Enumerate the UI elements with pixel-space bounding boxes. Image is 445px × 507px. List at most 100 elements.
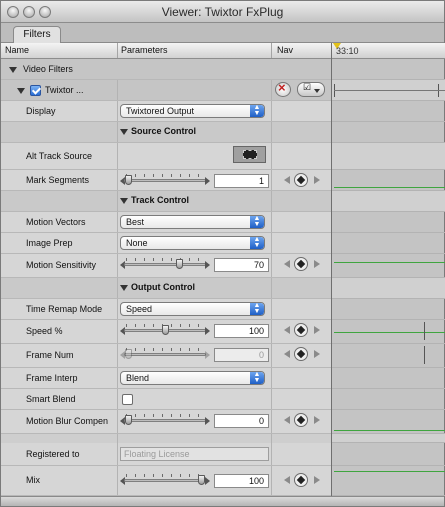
slider-thumb[interactable]: [198, 475, 205, 485]
display-popup[interactable]: Twixtored Output ▲ ▼: [120, 104, 265, 118]
nav-column-header[interactable]: Nav: [277, 45, 293, 55]
increment-arrow-icon[interactable]: [205, 351, 210, 359]
increment-arrow-icon[interactable]: [205, 177, 210, 185]
prev-keyframe-icon[interactable]: [284, 326, 290, 334]
add-keyframe-icon[interactable]: [294, 473, 308, 487]
mark-segments-slider[interactable]: [120, 174, 210, 187]
keyframe-graph-line: [334, 471, 445, 472]
next-keyframe-icon[interactable]: [314, 326, 320, 334]
output-control-section[interactable]: Output Control: [1, 278, 331, 299]
speed-label: Speed %: [26, 326, 63, 336]
frame-num-field[interactable]: 0: [214, 348, 269, 362]
smart-blend-checkbox[interactable]: [122, 394, 133, 405]
motion-sensitivity-slider[interactable]: [120, 258, 210, 271]
keyframe-nav[interactable]: [284, 257, 320, 272]
next-keyframe-icon[interactable]: [314, 476, 320, 484]
motion-blur-slider[interactable]: [120, 414, 210, 427]
motion-vectors-label: Motion Vectors: [26, 217, 86, 227]
next-keyframe-icon[interactable]: [314, 260, 320, 268]
increment-arrow-icon[interactable]: [205, 327, 210, 335]
updown-arrows-icon: ▲ ▼: [250, 216, 264, 228]
slider-thumb[interactable]: [176, 259, 184, 269]
add-keyframe-icon[interactable]: [294, 413, 308, 427]
prev-keyframe-icon[interactable]: [284, 476, 290, 484]
motion-vectors-row: Motion Vectors Best ▲ ▼: [1, 212, 331, 233]
filter-enable-checkbox[interactable]: [30, 85, 41, 96]
motion-sensitivity-field[interactable]: 70: [214, 258, 269, 272]
add-keyframe-icon[interactable]: [294, 257, 308, 271]
disclosure-triangle-icon[interactable]: [120, 198, 128, 204]
keyframe-nav[interactable]: [284, 323, 320, 338]
image-prep-popup[interactable]: None ▲ ▼: [120, 236, 265, 250]
disclosure-triangle-icon[interactable]: [9, 67, 17, 73]
slider-thumb[interactable]: [161, 325, 169, 335]
increment-arrow-icon[interactable]: [205, 477, 210, 485]
filter-menu-button[interactable]: ☑: [297, 82, 325, 97]
timecode-label: 33:10: [336, 46, 359, 56]
next-keyframe-icon[interactable]: [314, 350, 320, 358]
timeline-ruler[interactable]: 33:10: [332, 43, 445, 59]
image-prep-label: Image Prep: [26, 238, 73, 248]
tab-filters[interactable]: Filters: [13, 26, 61, 43]
keyframe-nav[interactable]: [284, 347, 320, 362]
video-filters-label: Video Filters: [23, 64, 73, 74]
time-remap-mode-label: Time Remap Mode: [26, 304, 103, 314]
keyframe-nav[interactable]: [284, 173, 320, 188]
motion-vectors-value: Best: [126, 217, 145, 227]
mix-field[interactable]: 100: [214, 474, 269, 488]
frame-num-slider[interactable]: [120, 348, 210, 361]
motion-blur-field[interactable]: 0: [214, 414, 269, 428]
motion-blur-label: Motion Blur Compen: [26, 416, 109, 426]
name-column-header[interactable]: Name: [5, 45, 29, 55]
registered-to-row: Registered to Floating License: [1, 443, 331, 466]
next-keyframe-icon[interactable]: [314, 416, 320, 424]
keyframe-timeline[interactable]: 33:10: [331, 43, 445, 496]
slider-thumb[interactable]: [125, 415, 132, 425]
time-remap-mode-popup[interactable]: Speed ▲ ▼: [120, 302, 265, 316]
display-label: Display: [26, 106, 56, 116]
increment-arrow-icon[interactable]: [205, 417, 210, 425]
frame-num-row: Frame Num 0: [1, 344, 331, 368]
mix-slider[interactable]: [120, 474, 210, 487]
parameter-list: Video Filters Twixtor ... ☑ Display Twix…: [1, 59, 331, 496]
motion-vectors-popup[interactable]: Best ▲ ▼: [120, 215, 265, 229]
track-control-section[interactable]: Track Control: [1, 191, 331, 212]
disclosure-triangle-icon[interactable]: [120, 285, 128, 291]
reset-icon[interactable]: [275, 80, 291, 97]
next-keyframe-icon[interactable]: [314, 176, 320, 184]
frame-interp-popup[interactable]: Blend ▲ ▼: [120, 371, 265, 385]
add-keyframe-icon[interactable]: [294, 173, 308, 187]
film-icon: [243, 150, 257, 159]
prev-keyframe-icon[interactable]: [284, 416, 290, 424]
motion-sensitivity-row: Motion Sensitivity 70: [1, 254, 331, 278]
source-control-section[interactable]: Source Control: [1, 122, 331, 143]
alt-track-source-label: Alt Track Source: [26, 151, 93, 161]
mark-segments-label: Mark Segments: [26, 175, 90, 185]
image-well-button[interactable]: [233, 146, 266, 163]
motion-sensitivity-label: Motion Sensitivity: [26, 260, 97, 270]
updown-arrows-icon: ▲ ▼: [250, 237, 264, 249]
prev-keyframe-icon[interactable]: [284, 350, 290, 358]
video-filters-row[interactable]: Video Filters: [1, 59, 331, 80]
keyframe-nav[interactable]: [284, 413, 320, 428]
prev-keyframe-icon[interactable]: [284, 176, 290, 184]
speed-field[interactable]: 100: [214, 324, 269, 338]
parameters-column-header[interactable]: Parameters: [121, 45, 168, 55]
frame-interp-row: Frame Interp Blend ▲ ▼: [1, 368, 331, 389]
disclosure-triangle-icon[interactable]: [120, 129, 128, 135]
title-bar[interactable]: Viewer: Twixtor FxPlug: [1, 1, 444, 23]
disclosure-triangle-icon[interactable]: [17, 88, 25, 94]
add-keyframe-icon[interactable]: [294, 323, 308, 337]
source-control-title: Source Control: [131, 126, 197, 136]
bottom-bar: [1, 496, 444, 506]
add-keyframe-icon[interactable]: [294, 347, 308, 361]
keyframe-marker: [424, 346, 425, 364]
smart-blend-row: Smart Blend: [1, 389, 331, 410]
mark-segments-field[interactable]: 1: [214, 174, 269, 188]
slider-thumb[interactable]: [125, 349, 132, 359]
slider-thumb[interactable]: [125, 175, 132, 185]
keyframe-nav[interactable]: [284, 473, 320, 488]
increment-arrow-icon[interactable]: [205, 261, 210, 269]
prev-keyframe-icon[interactable]: [284, 260, 290, 268]
speed-slider[interactable]: [120, 324, 210, 337]
